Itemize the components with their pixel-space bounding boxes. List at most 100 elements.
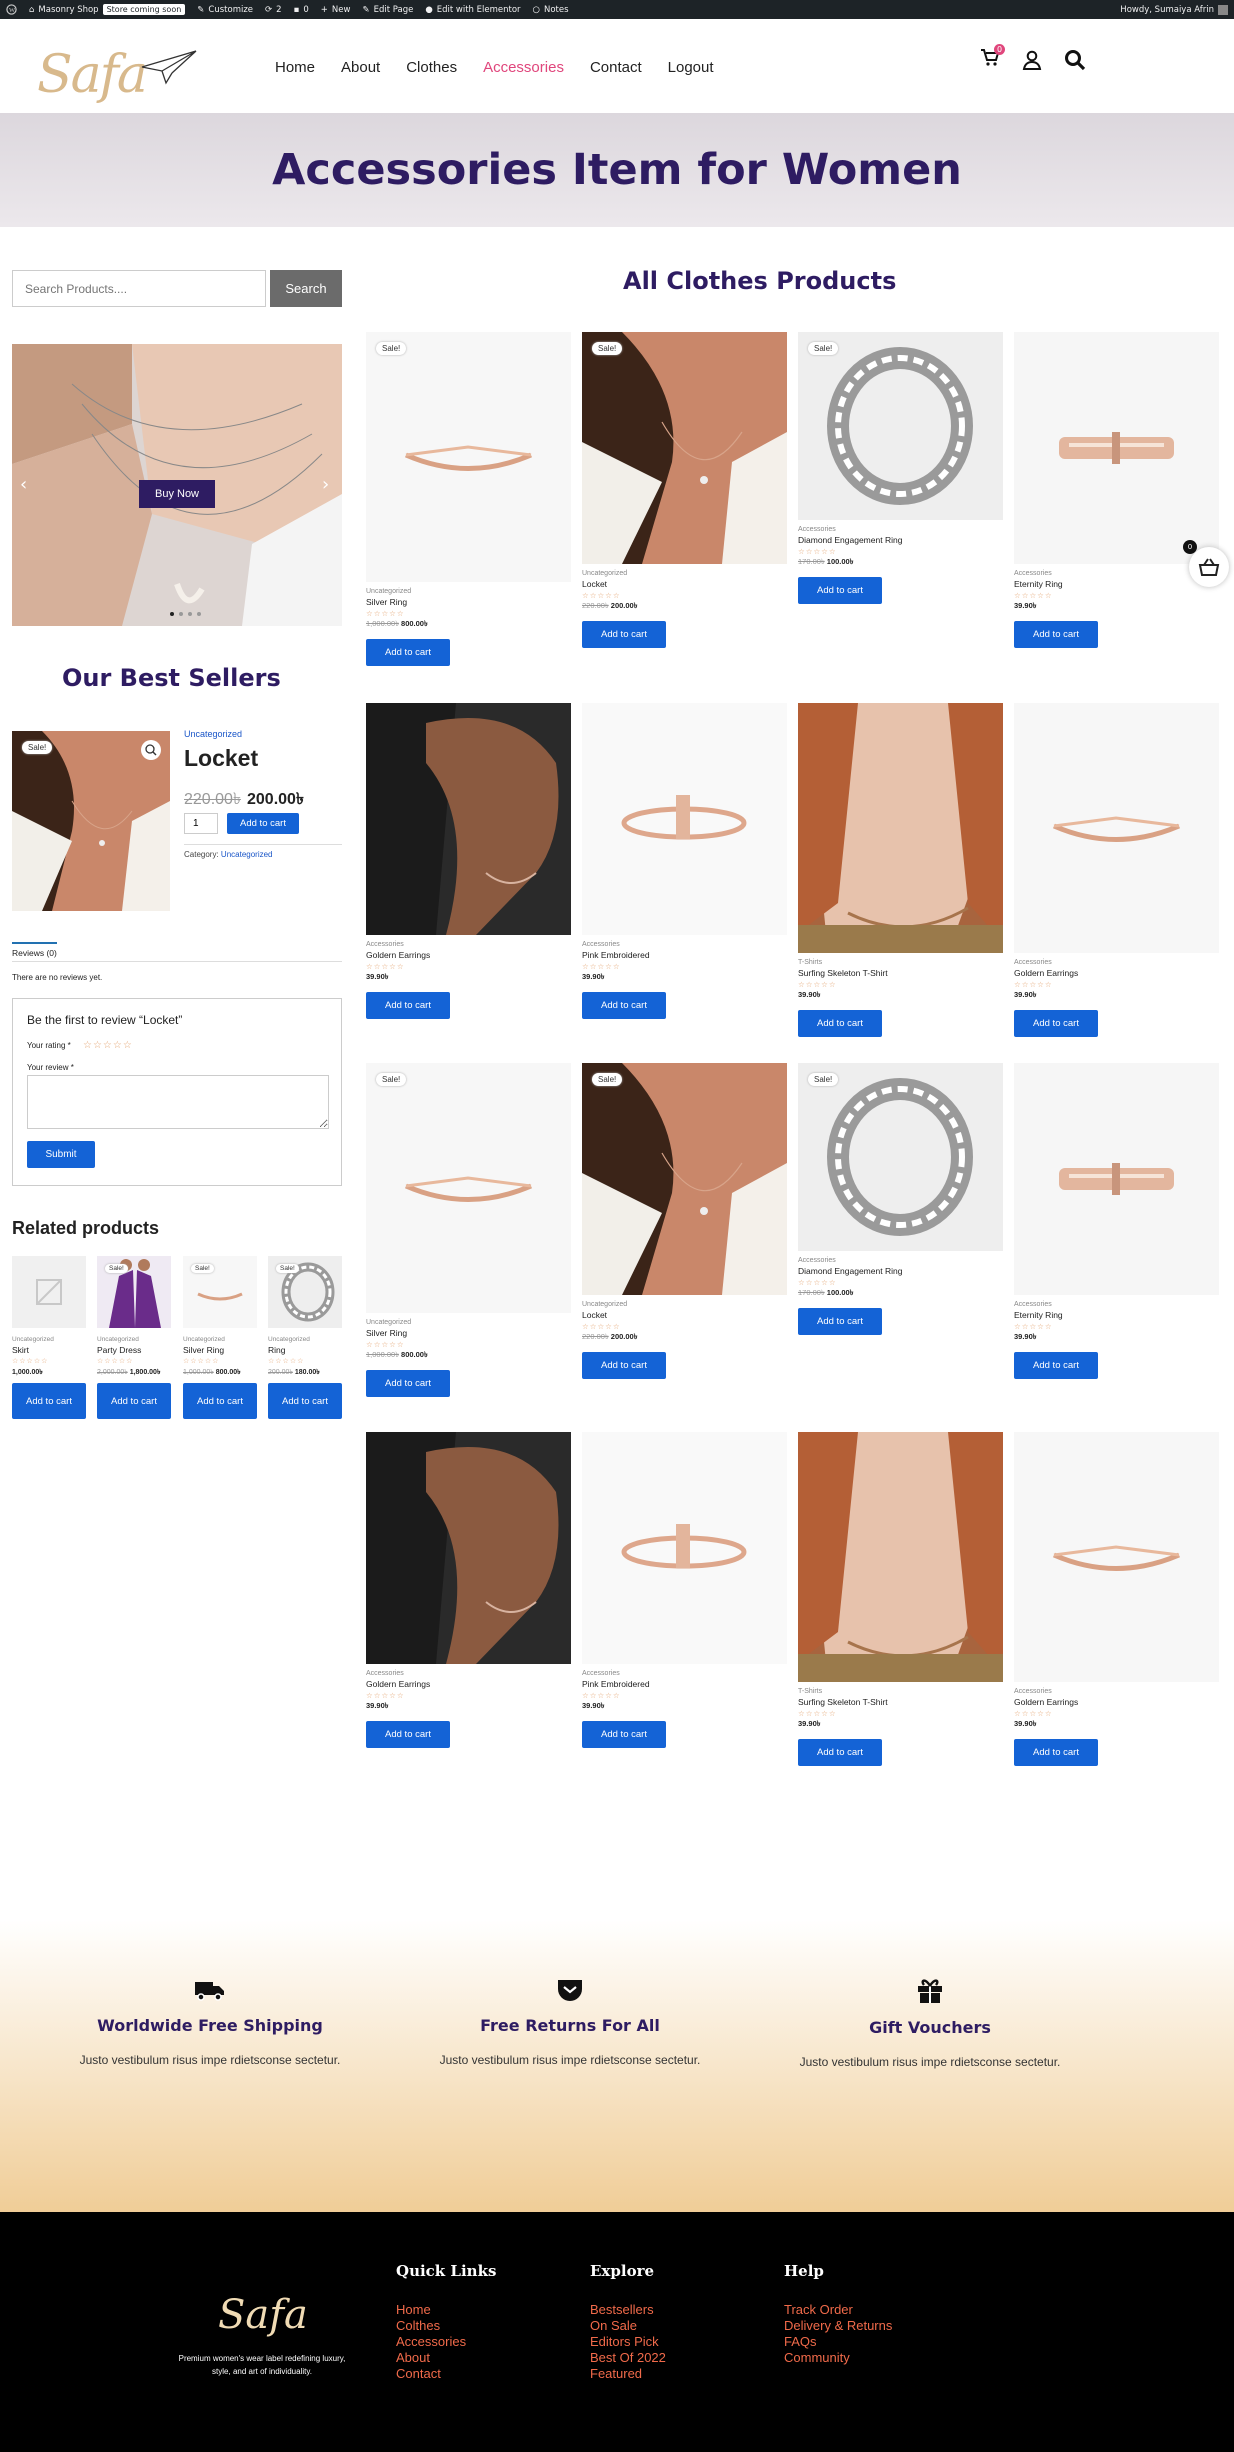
slider-dot[interactable] [197, 612, 201, 616]
product-name[interactable]: Goldern Earrings [366, 1679, 571, 1689]
product-name[interactable]: Goldern Earrings [1014, 968, 1219, 978]
slider-dot[interactable] [188, 612, 192, 616]
wordpress-logo-icon[interactable]: W [6, 4, 17, 15]
footer-link[interactable]: About [396, 2350, 496, 2366]
product-name[interactable]: Skirt [12, 1345, 86, 1355]
site-logo[interactable]: Safa [37, 45, 148, 105]
category-link[interactable]: Uncategorized [221, 850, 273, 859]
product-name[interactable]: Eternity Ring [1014, 1310, 1219, 1320]
admin-notes-link[interactable]: ○ Notes [533, 5, 569, 15]
product-image[interactable] [798, 1432, 1003, 1682]
product-card[interactable]: Sale! Uncategorized Locket ☆☆☆☆☆ 220.00৳ 200… [582, 1063, 787, 1379]
slider-prev-arrow-icon[interactable]: ‹ [20, 474, 27, 495]
related-product-card[interactable]: Sale! Uncategorized Silver Ring ☆☆☆☆☆ 1,000.… [183, 1256, 257, 1419]
product-card[interactable]: T-Shirts Surfing Skeleton T-Shirt ☆☆☆☆☆ 39.… [798, 703, 1003, 1037]
related-product-card[interactable]: Sale! Uncategorized Ring ☆☆☆☆☆ 200.00৳ 180.0… [268, 1256, 342, 1419]
product-card[interactable]: Sale! Uncategorized Silver Ring ☆☆☆☆☆ 1,000.… [366, 332, 571, 666]
admin-account-link[interactable]: Howdy, Sumaiya Afrin [1120, 4, 1228, 15]
nav-home[interactable]: Home [275, 59, 315, 76]
floating-cart-button[interactable] [1189, 547, 1229, 587]
product-search-input[interactable] [12, 270, 266, 307]
add-to-cart-button[interactable]: Add to cart [798, 1308, 882, 1335]
product-name[interactable]: Surfing Skeleton T-Shirt [798, 1697, 1003, 1707]
product-card[interactable]: Accessories Goldern Earrings ☆☆☆☆☆ 39.90৳ Ad… [366, 1432, 571, 1748]
footer-link[interactable]: Home [396, 2302, 496, 2318]
add-to-cart-button[interactable]: Add to cart [1014, 621, 1098, 648]
add-to-cart-button[interactable]: Add to cart [1014, 1739, 1098, 1766]
product-image[interactable] [1014, 332, 1219, 564]
add-to-cart-button[interactable]: Add to cart [1014, 1352, 1098, 1379]
add-to-cart-button[interactable]: Add to cart [798, 577, 882, 604]
product-card[interactable]: Accessories Goldern Earrings ☆☆☆☆☆ 39.90৳ Ad… [1014, 703, 1219, 1037]
footer-link[interactable]: Track Order [784, 2302, 892, 2318]
add-to-cart-button[interactable]: Add to cart [12, 1383, 86, 1419]
footer-link[interactable]: Delivery & Returns [784, 2318, 892, 2334]
related-product-image[interactable]: Sale! [268, 1256, 342, 1328]
add-to-cart-button[interactable]: Add to cart [366, 639, 450, 666]
product-name[interactable]: Party Dress [97, 1345, 171, 1355]
nav-contact[interactable]: Contact [590, 59, 642, 76]
add-to-cart-button[interactable]: Add to cart [1014, 1010, 1098, 1037]
slider-dot[interactable] [170, 612, 174, 616]
product-card[interactable]: Accessories Goldern Earrings ☆☆☆☆☆ 39.90৳ Ad… [366, 703, 571, 1019]
add-to-cart-button[interactable]: Add to cart [97, 1383, 171, 1419]
footer-link[interactable]: Colthes [396, 2318, 496, 2334]
nav-about[interactable]: About [341, 59, 380, 76]
footer-link[interactable]: Best Of 2022 [590, 2350, 666, 2366]
product-image[interactable]: Sale! [798, 1063, 1003, 1251]
admin-elementor-link[interactable]: ● Edit with Elementor [425, 5, 520, 15]
product-card[interactable]: Accessories Eternity Ring ☆☆☆☆☆ 39.90৳ Add t… [1014, 332, 1219, 648]
product-name[interactable]: Silver Ring [366, 597, 571, 607]
user-icon[interactable] [1022, 50, 1042, 70]
admin-new-link[interactable]: + New [321, 5, 351, 15]
footer-link[interactable]: Accessories [396, 2334, 496, 2350]
rating-stars[interactable]: ☆☆☆☆☆ [83, 1040, 133, 1051]
product-card[interactable]: T-Shirts Surfing Skeleton T-Shirt ☆☆☆☆☆ 39.… [798, 1432, 1003, 1766]
product-image[interactable] [366, 1432, 571, 1664]
product-image[interactable] [1014, 1432, 1219, 1682]
product-image[interactable] [582, 1432, 787, 1664]
admin-site-link[interactable]: ⌂ Masonry Shop Store coming soon [29, 4, 186, 15]
related-product-image[interactable]: Sale! [183, 1256, 257, 1328]
footer-link[interactable]: FAQs [784, 2334, 892, 2350]
product-name[interactable]: Diamond Engagement Ring [798, 535, 1003, 545]
footer-link[interactable]: Contact [396, 2366, 496, 2382]
slider-next-arrow-icon[interactable]: › [322, 474, 329, 495]
submit-review-button[interactable]: Submit [27, 1141, 95, 1168]
product-card[interactable]: Sale! Accessories Diamond Engagement Ring ☆… [798, 1063, 1003, 1335]
admin-comments-link[interactable]: ▪ 0 [294, 5, 309, 15]
product-name[interactable]: Pink Embroidered [582, 950, 787, 960]
buy-now-button[interactable]: Buy Now [139, 480, 215, 508]
product-card[interactable]: Sale! Uncategorized Silver Ring ☆☆☆☆☆ 1,000.… [366, 1063, 571, 1397]
product-name[interactable]: Diamond Engagement Ring [798, 1266, 1003, 1276]
admin-edit-page-link[interactable]: ✎ Edit Page [362, 5, 413, 15]
quantity-input[interactable] [184, 813, 218, 834]
product-name[interactable]: Silver Ring [366, 1328, 571, 1338]
product-image[interactable]: Sale! [798, 332, 1003, 520]
product-name[interactable]: Ring [268, 1345, 342, 1355]
admin-updates-link[interactable]: ⟳ 2 [265, 5, 282, 15]
best-seller-image[interactable]: Sale! [12, 731, 170, 911]
search-button[interactable]: Search [270, 270, 342, 307]
product-card[interactable]: Sale! Accessories Diamond Engagement Ring ☆… [798, 332, 1003, 604]
product-image[interactable]: Sale! [582, 332, 787, 564]
add-to-cart-button[interactable]: Add to cart [582, 621, 666, 648]
footer-link[interactable]: On Sale [590, 2318, 666, 2334]
related-product-card[interactable]: Sale! Uncategorized Party Dress ☆☆☆☆☆ 2,000.… [97, 1256, 171, 1419]
product-name[interactable]: Silver Ring [183, 1345, 257, 1355]
add-to-cart-button[interactable]: Add to cart [582, 1721, 666, 1748]
related-product-image[interactable] [12, 1256, 86, 1328]
product-image[interactable]: Sale! [366, 1063, 571, 1313]
slider-dot[interactable] [179, 612, 183, 616]
product-image[interactable] [1014, 703, 1219, 953]
product-image[interactable]: Sale! [582, 1063, 787, 1295]
add-to-cart-button[interactable]: Add to cart [582, 1352, 666, 1379]
nav-accessories[interactable]: Accessories [483, 59, 564, 76]
zoom-button[interactable] [141, 740, 161, 760]
product-card[interactable]: Sale! Uncategorized Locket ☆☆☆☆☆ 220.00৳ 200… [582, 332, 787, 648]
product-name[interactable]: Locket [582, 1310, 787, 1320]
nav-logout[interactable]: Logout [668, 59, 714, 76]
add-to-cart-button[interactable]: Add to cart [582, 992, 666, 1019]
best-seller-category[interactable]: Uncategorized [184, 729, 242, 739]
add-to-cart-button[interactable]: Add to cart [366, 1370, 450, 1397]
